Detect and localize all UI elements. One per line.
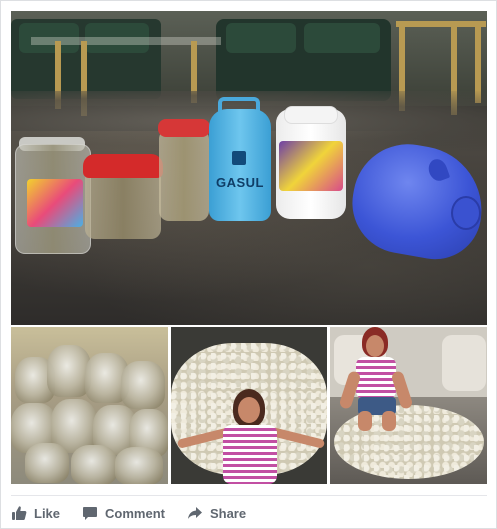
- coin-jar: [159, 129, 209, 221]
- photo-thumbnail-coins-person-lying[interactable]: [171, 327, 327, 484]
- coin-bag: [71, 445, 117, 484]
- share-label: Share: [209, 505, 247, 521]
- jar-lid: [284, 106, 338, 124]
- gas-cylinder-text: GASUL: [216, 175, 264, 190]
- comment-button[interactable]: Comment: [82, 505, 165, 521]
- comment-label: Comment: [105, 505, 165, 521]
- like-label: Like: [34, 505, 61, 521]
- armchair: [442, 335, 486, 391]
- gas-cylinder-bank: [209, 109, 271, 221]
- jar-label: [279, 141, 343, 191]
- coin-bag: [25, 443, 69, 483]
- share-button[interactable]: Share: [187, 505, 246, 521]
- coin-bag: [115, 447, 163, 484]
- side-table: [396, 21, 486, 27]
- photo-thumbnail-coins-person-kneeling[interactable]: [330, 327, 487, 484]
- post-card: GASUL Like Comment Share: [0, 0, 497, 529]
- coin-jar: [85, 169, 161, 239]
- action-divider: [11, 495, 487, 496]
- thumbs-up-icon: [12, 506, 27, 520]
- gas-logo-icon: [232, 151, 246, 165]
- share-arrow-icon: [187, 507, 202, 519]
- main-photo[interactable]: GASUL: [11, 11, 487, 325]
- post-action-bar: Like Comment Share: [11, 501, 268, 525]
- jar-lid: [83, 154, 163, 178]
- jar-lid: [158, 119, 210, 137]
- like-button[interactable]: Like: [11, 505, 60, 521]
- photo-thumbnail-bags[interactable]: [11, 327, 168, 484]
- sofa-right: [216, 19, 391, 101]
- coin-pile: [334, 405, 484, 479]
- coin-bag: [121, 361, 165, 409]
- jar-label: [27, 179, 83, 227]
- piggy-bank-snout: [451, 196, 481, 230]
- speech-bubble-icon: [83, 507, 98, 520]
